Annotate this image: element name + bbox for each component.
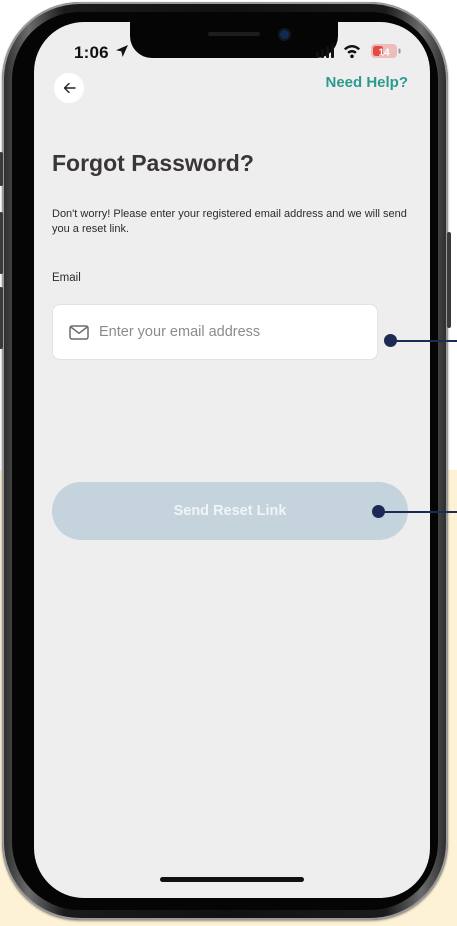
volume-down-button (0, 287, 3, 349)
status-time: 1:06 (74, 43, 109, 62)
app-screen: 1:06 14 Need Help? Forgot Password? Don'… (34, 22, 430, 898)
need-help-link[interactable]: Need Help? (325, 74, 408, 91)
callout-line-email (390, 340, 457, 342)
page-title: Forgot Password? (52, 150, 254, 176)
power-button (447, 232, 451, 328)
back-button[interactable] (54, 73, 84, 103)
notch (130, 22, 338, 58)
status-icons: 14 (316, 43, 401, 59)
email-label: Email (52, 272, 81, 284)
wifi-icon (344, 45, 360, 59)
signal-icon (316, 43, 334, 58)
arrow-left-icon (63, 82, 76, 94)
callout-line-button (378, 511, 457, 513)
battery-level: 14 (378, 48, 390, 59)
front-camera (280, 30, 289, 39)
email-input[interactable] (99, 305, 359, 359)
mute-switch (0, 152, 3, 186)
email-field-container[interactable] (52, 304, 378, 360)
mail-icon (69, 325, 89, 340)
location-arrow-icon (116, 45, 128, 57)
volume-up-button (0, 212, 3, 274)
earpiece-speaker (208, 32, 260, 36)
page-description: Don't worry! Please enter your registere… (52, 208, 407, 235)
home-indicator[interactable] (160, 877, 304, 882)
send-reset-link-button[interactable]: Send Reset Link (52, 482, 408, 540)
